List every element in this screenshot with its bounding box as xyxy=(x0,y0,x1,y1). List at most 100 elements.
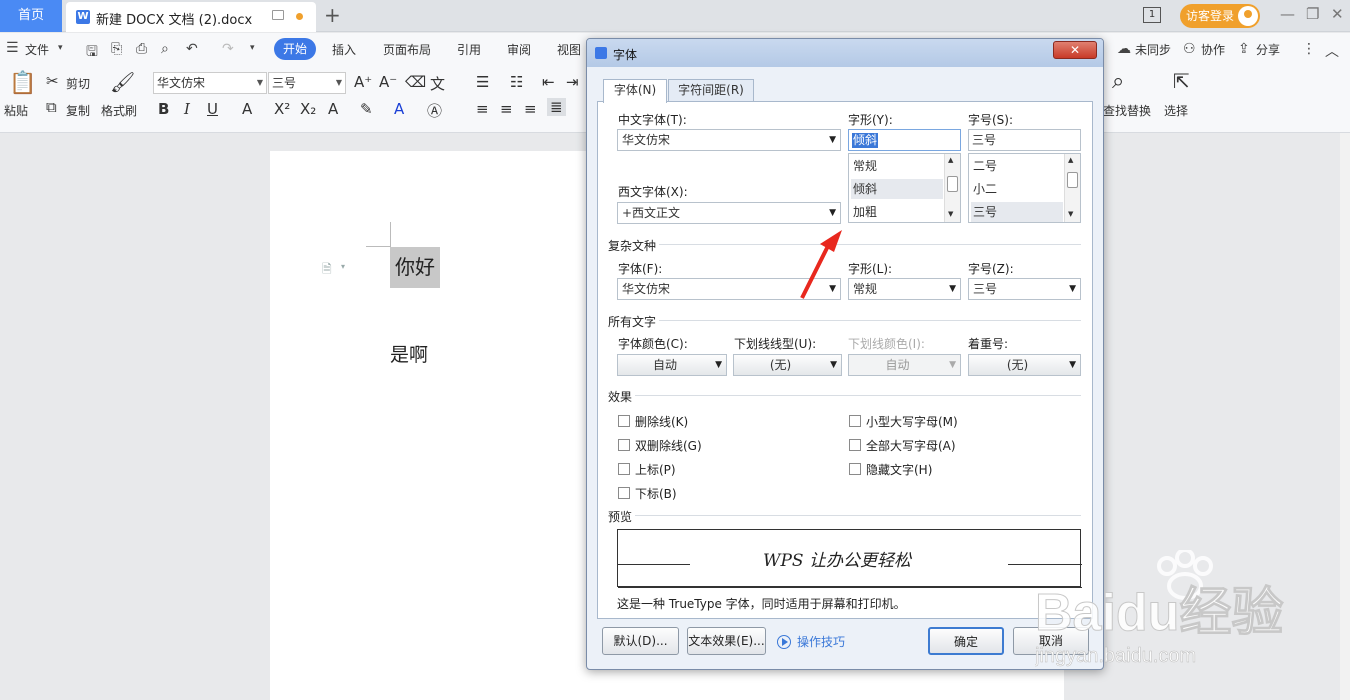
emphasis-select[interactable]: (无) ▼ xyxy=(968,354,1081,376)
paragraph-handle-icon[interactable]: 🗎 xyxy=(322,260,332,281)
highlight-icon[interactable]: ✎ xyxy=(360,100,373,118)
strikethrough-checkbox[interactable] xyxy=(618,415,630,427)
home-tab[interactable]: 首页 xyxy=(0,0,62,32)
scroll-up-icon[interactable]: ▲ xyxy=(1068,156,1073,164)
tab-font[interactable]: 字体(N) xyxy=(603,79,667,103)
increase-indent-icon[interactable]: ⇥ xyxy=(566,73,579,91)
style-input[interactable]: 倾斜 xyxy=(848,129,961,151)
document-text[interactable]: 是啊 xyxy=(390,340,428,367)
text-effect-button[interactable]: 文本效果(E)... xyxy=(687,627,766,655)
cut-button[interactable]: 剪切 xyxy=(66,75,90,92)
tab-references[interactable]: 引用 xyxy=(457,41,481,58)
subscript-icon[interactable]: X₂ xyxy=(300,100,316,118)
redo-icon[interactable]: ↷ xyxy=(222,41,234,57)
undo-icon[interactable]: ↶ xyxy=(186,41,198,57)
default-button[interactable]: 默认(D)... xyxy=(602,627,679,655)
save-icon[interactable]: 🖫 xyxy=(86,41,98,65)
menu-file[interactable]: 文件 xyxy=(25,41,49,58)
window-count-badge[interactable]: 1 xyxy=(1143,7,1161,23)
complex-size-select[interactable]: 三号 ▼ xyxy=(968,278,1081,300)
login-button[interactable]: 访客登录 xyxy=(1180,4,1260,28)
select-button[interactable]: 选择 xyxy=(1164,102,1188,119)
font-color-select[interactable]: 自动 ▼ xyxy=(617,354,727,376)
strikethrough-icon[interactable]: A xyxy=(242,100,252,118)
collapse-ribbon-icon[interactable]: ︿ xyxy=(1325,41,1339,61)
find-replace-button[interactable]: 查找替换 xyxy=(1103,102,1151,119)
style-scrollbar[interactable]: ▲ ▼ xyxy=(944,154,960,222)
subscript-checkbox[interactable] xyxy=(618,487,630,499)
document-scrollbar[interactable] xyxy=(1340,133,1350,700)
document-text-selected[interactable]: 你好 xyxy=(390,247,440,288)
underline-color-select[interactable]: 自动 ▼ xyxy=(848,354,961,376)
font-size-select[interactable]: 三号 ▼ xyxy=(268,72,346,94)
font-color-icon[interactable]: A xyxy=(394,100,404,118)
shrink-font-icon[interactable]: A⁻ xyxy=(379,73,397,91)
hidden-text-label[interactable]: 隐藏文字(H) xyxy=(866,461,932,478)
copy-icon[interactable]: ⧉ xyxy=(46,98,57,116)
new-tab-button[interactable]: + xyxy=(324,3,341,27)
share-button[interactable]: 分享 xyxy=(1256,41,1280,58)
list-item[interactable]: 小二 xyxy=(971,179,1063,199)
tab-view[interactable]: 视图 xyxy=(557,41,581,58)
list-item[interactable]: 倾斜 xyxy=(851,179,943,199)
clear-format-icon[interactable]: ⌫ xyxy=(405,73,426,91)
phonetic-icon[interactable]: 文 xyxy=(430,73,445,94)
scissors-icon[interactable]: ✂ xyxy=(46,72,59,90)
ok-button[interactable]: 确定 xyxy=(928,627,1004,655)
tab-review[interactable]: 审阅 xyxy=(507,41,531,58)
superscript-label[interactable]: 上标(P) xyxy=(635,461,676,478)
align-left-icon[interactable]: ≡ xyxy=(476,100,489,118)
tab-insert[interactable]: 插入 xyxy=(332,41,356,58)
export-icon[interactable]: ⎘ xyxy=(111,41,122,57)
align-right-icon[interactable]: ≡ xyxy=(524,100,537,118)
list-item[interactable]: 二号 xyxy=(971,156,1063,176)
minimize-button[interactable]: — xyxy=(1280,5,1295,23)
italic-button[interactable]: I xyxy=(184,100,190,118)
underline-style-select[interactable]: (无) ▼ xyxy=(733,354,842,376)
bullet-list-icon[interactable]: ☰ xyxy=(476,73,489,91)
scroll-thumb[interactable] xyxy=(947,176,958,192)
style-listbox[interactable]: 常规 倾斜 加粗 ▲ ▼ xyxy=(848,153,961,223)
bold-button[interactable]: B xyxy=(158,100,169,118)
cn-font-select[interactable]: 华文仿宋 ▼ xyxy=(617,129,841,151)
hidden-text-checkbox[interactable] xyxy=(849,463,861,475)
search-icon[interactable]: ⌕ xyxy=(1112,69,1124,94)
small-caps-label[interactable]: 小型大写字母(M) xyxy=(866,413,958,430)
scroll-down-icon[interactable]: ▼ xyxy=(1068,210,1073,218)
underline-button[interactable]: U xyxy=(207,100,218,118)
list-item[interactable]: 常规 xyxy=(851,156,943,176)
size-scrollbar[interactable]: ▲ ▼ xyxy=(1064,154,1080,222)
collab-button[interactable]: 协作 xyxy=(1201,41,1225,58)
scroll-thumb[interactable] xyxy=(1067,172,1078,188)
complex-style-select[interactable]: 常规 ▼ xyxy=(848,278,961,300)
cursor-select-icon[interactable]: ⇱ xyxy=(1173,69,1190,93)
superscript-icon[interactable]: X² xyxy=(274,100,290,118)
grow-font-icon[interactable]: A⁺ xyxy=(354,73,372,91)
hamburger-icon[interactable]: ☰ xyxy=(6,40,19,56)
numbered-list-icon[interactable]: ☷ xyxy=(510,73,523,91)
list-item[interactable]: 加粗 xyxy=(851,202,943,222)
tab-char-spacing[interactable]: 字符间距(R) xyxy=(668,79,754,102)
strikethrough-label[interactable]: 删除线(K) xyxy=(635,413,688,430)
all-caps-label[interactable]: 全部大写字母(A) xyxy=(866,437,956,454)
dialog-close-button[interactable]: ✕ xyxy=(1053,41,1097,59)
double-strikethrough-label[interactable]: 双删除线(G) xyxy=(635,437,702,454)
superscript-checkbox[interactable] xyxy=(618,463,630,475)
text-effect-icon[interactable]: A xyxy=(328,100,338,118)
align-center-icon[interactable]: ≡ xyxy=(500,100,513,118)
print-preview-icon[interactable]: ⌕ xyxy=(161,41,169,57)
subscript-label[interactable]: 下标(B) xyxy=(635,485,677,502)
close-window-button[interactable]: ✕ xyxy=(1331,5,1344,23)
more-icon[interactable]: ▾ xyxy=(250,43,255,53)
paste-icon[interactable]: 📋 xyxy=(9,71,36,96)
copy-button[interactable]: 复制 xyxy=(66,102,90,119)
tips-link[interactable]: 操作技巧 xyxy=(797,633,845,650)
size-listbox[interactable]: 二号 小二 三号 ▲ ▼ xyxy=(968,153,1081,223)
print-icon[interactable]: ⎙ xyxy=(136,41,147,57)
char-border-icon[interactable]: Ⓐ xyxy=(427,100,442,121)
restore-button[interactable]: ❐ xyxy=(1306,5,1319,23)
paste-label[interactable]: 粘贴 xyxy=(4,102,28,119)
format-painter-icon[interactable]: 🖌 xyxy=(110,70,135,94)
scroll-down-icon[interactable]: ▼ xyxy=(948,210,953,218)
double-strikethrough-checkbox[interactable] xyxy=(618,439,630,451)
